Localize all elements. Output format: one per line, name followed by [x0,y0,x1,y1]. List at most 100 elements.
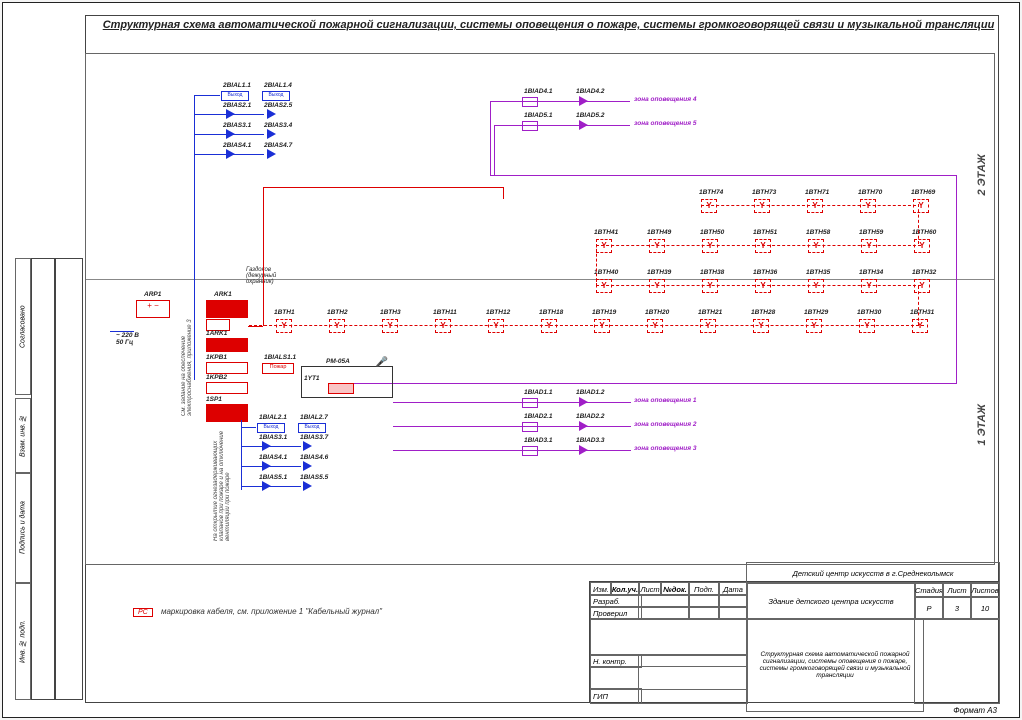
detector-icon: Y [753,319,769,333]
ark1-label: ARK1 [214,291,232,298]
tb-list2-v: 3 [942,596,972,620]
det-label: 1BTH18 [539,309,563,316]
wire-blue-bus [194,95,195,380]
detector-icon: Y [808,239,824,253]
side-col-2 [31,258,55,700]
bials-u-r1-1: 2BIAL1.1 [223,82,251,89]
detector-icon: Y [859,319,875,333]
detector-icon: Y [861,279,877,293]
biad-box [522,121,538,131]
wire-red-v3 [918,286,919,326]
biad2-2: 1BIAD2.2 [576,413,605,420]
det-label: 1BTH70 [858,189,882,196]
detector-icon: Y [276,319,292,333]
det-label: 1BTH21 [698,309,722,316]
vert-note-left: См. задание на обеспечение электроснабже… [181,306,193,416]
det-label: 1BTH58 [806,229,830,236]
drawing-title: Структурная схема автоматической пожарно… [98,19,999,32]
det-label: 1BTH41 [594,229,618,236]
detector-icon: Y [649,239,665,253]
speaker-icon [267,129,276,139]
wire-p-z4 [490,101,630,102]
yt1-label: 1YT1 [304,375,320,382]
krv2-box [206,382,248,394]
detector-icon: Y [754,199,770,213]
bials-l-r2-1: 1BIAS3.1 [259,434,287,441]
wire-p-h1 [490,175,956,176]
zone3-label: зона оповещения 3 [634,445,697,452]
wire-p-bus-up2 [494,125,495,175]
detector-icon: Y [541,319,557,333]
det-label: 1BTH39 [647,269,671,276]
bials-l-r1-1: 1BIAL2.1 [259,414,287,421]
side-label-sign: Подпись и дата [15,473,31,583]
detector-icon: Y [914,279,930,293]
wire-red-row [249,325,924,326]
det-label: 1BTH12 [486,309,510,316]
biad1-2: 1BIAD1.2 [576,389,605,396]
wire-b-u2 [194,114,264,115]
biad-box [522,97,538,107]
biad3-2: 1BIAD3.3 [576,437,605,444]
detector-icon: Y [914,239,930,253]
wire-p-z5 [494,125,630,126]
wire-red-up [263,187,264,326]
side-label-vzam: Взам. инв. № [15,398,31,473]
krv2-label: 1KPB2 [206,374,227,381]
tb-company-logo [914,618,1000,704]
wire-b-u4 [194,154,264,155]
wire-p-z3 [393,450,631,451]
wire-red-main [248,326,263,327]
bials-u-r4-2: 2BIAS4.7 [264,142,292,149]
detector-icon: Y [647,319,663,333]
bials-u-r2-2: 2BIAS2.5 [264,102,292,109]
det-label: 1BTH69 [911,189,935,196]
speaker-icon [267,149,276,159]
bials-u-r2-1: 2BIAS2.1 [223,102,251,109]
pm-label: РМ-05А [326,358,350,365]
ark1-box [206,300,248,318]
det-label: 1BTH19 [592,309,616,316]
wire-red-to-upper [263,187,503,188]
side-col-3 [55,258,83,700]
detector-icon: Y [755,279,771,293]
wire-bl-3 [241,466,301,467]
bials-l-r3-1: 1BIAS4.1 [259,454,287,461]
vyhod-box-u2: Выход [262,91,290,101]
biad5-2: 1BIAD5.2 [576,112,605,119]
biad3-1: 1BIAD3.1 [524,437,553,444]
cable-note: PC маркировка кабеля, см. приложение 1 "… [133,607,382,617]
detector-icon: Y [755,239,771,253]
det-label: 1BTH36 [753,269,777,276]
detector-icon: Y [913,199,929,213]
tb-gip: ГИП [590,688,642,704]
det-label: 1BTH1 [274,309,295,316]
arp1-box: + − [136,300,170,318]
det-label: 1BTH32 [912,269,936,276]
floor-1-label: 1 ЭТАЖ [976,404,988,446]
det-label: 1BTH31 [910,309,934,316]
ark1-inner-box [206,338,248,352]
sp1-label: 1SP1 [206,396,222,403]
detector-icon: Y [649,279,665,293]
det-label: 1BTH20 [645,309,669,316]
floor-2-label: 2 ЭТАЖ [976,154,988,196]
ark1-inner: 1ARK1 [206,330,227,337]
detector-icon: Y [596,239,612,253]
detector-icon: Y [808,279,824,293]
bials-l-r2-2: 1BIAS3.7 [300,434,328,441]
speaker-icon [267,109,276,119]
wire-bl-4 [241,486,301,487]
det-label: 1BTH29 [804,309,828,316]
bials-u-r1-2: 2BIAL1.4 [264,82,292,89]
pm-box: 1YT1 🎤 [301,366,393,398]
det-label: 1BTH34 [859,269,883,276]
biad-box [522,446,538,456]
pozar-box: Пожар [262,363,294,374]
bials-l-r3-2: 1BIAS4.6 [300,454,328,461]
wire-bl-1 [241,427,256,428]
tb-object: Здание детского центра искусств [746,582,916,620]
wire-p-z2 [393,426,631,427]
det-label: 1BTH50 [700,229,724,236]
wire-p-z1 [393,402,631,403]
